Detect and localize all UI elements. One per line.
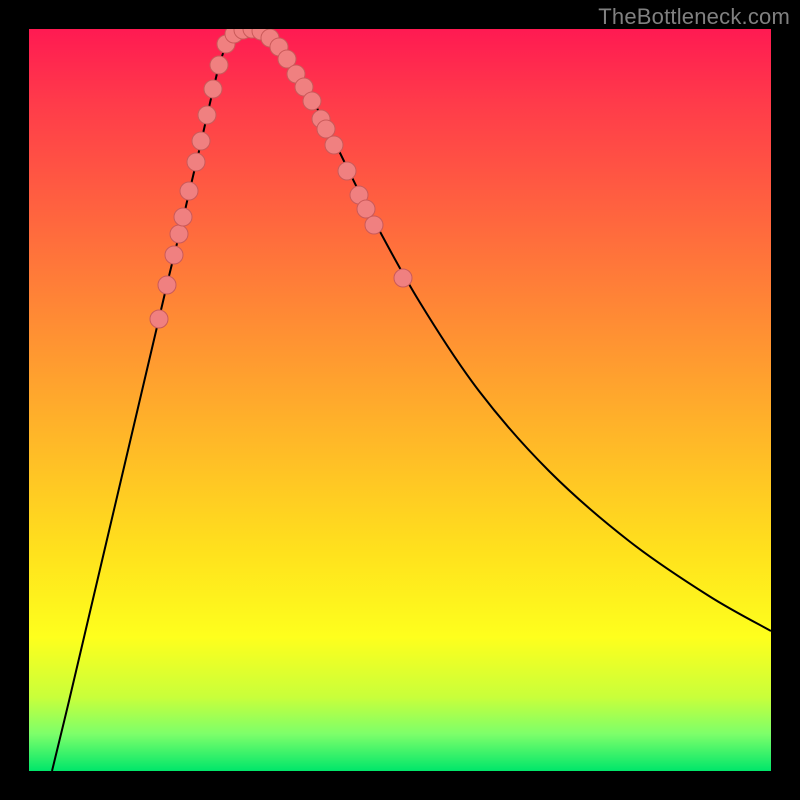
data-marker xyxy=(338,162,356,180)
data-marker xyxy=(317,120,335,138)
data-marker xyxy=(158,276,176,294)
data-marker xyxy=(180,182,198,200)
bottleneck-curve-path xyxy=(52,29,771,771)
marker-group xyxy=(150,29,412,328)
data-marker xyxy=(204,80,222,98)
chart-frame: TheBottleneck.com xyxy=(0,0,800,800)
data-marker xyxy=(192,132,210,150)
data-marker xyxy=(325,136,343,154)
plot-area xyxy=(29,29,771,771)
data-marker xyxy=(303,92,321,110)
data-marker xyxy=(394,269,412,287)
curve-svg xyxy=(29,29,771,771)
data-marker xyxy=(165,246,183,264)
data-marker xyxy=(170,225,188,243)
data-marker xyxy=(198,106,216,124)
data-marker xyxy=(357,200,375,218)
data-marker xyxy=(150,310,168,328)
data-marker xyxy=(365,216,383,234)
data-marker xyxy=(210,56,228,74)
data-marker xyxy=(174,208,192,226)
data-marker xyxy=(187,153,205,171)
watermark-text: TheBottleneck.com xyxy=(598,4,790,30)
